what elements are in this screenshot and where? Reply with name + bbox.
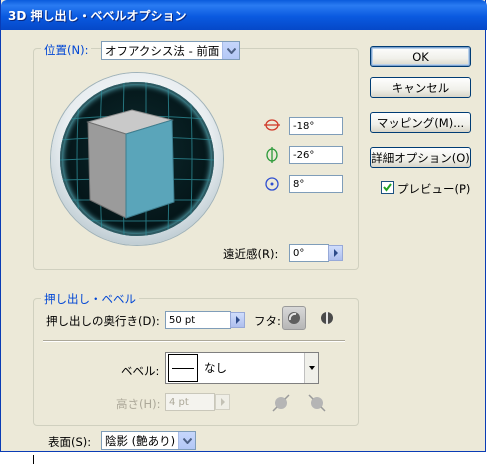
extrude-legend: 押し出し・ベベル [41, 291, 139, 307]
bevel-out-icon [271, 393, 291, 416]
height-label: 高さ(H): [116, 397, 161, 411]
chevron-down-icon [178, 432, 195, 449]
depth-label: 押し出しの奥行き(D): [46, 314, 160, 328]
depth-slider-button[interactable] [230, 312, 245, 328]
chevron-down-icon [304, 353, 318, 383]
position-legend: 位置(N): [41, 42, 92, 58]
cancel-button[interactable]: キャンセル [370, 77, 471, 98]
rotate-z-field[interactable]: 8° [289, 175, 343, 193]
trackball-cube [60, 82, 214, 236]
window-title: 3D 押し出し・ベベルオプション [8, 9, 187, 23]
perspective-field[interactable]: 0° [289, 244, 329, 262]
surface-label: 表面(S): [48, 435, 92, 449]
preview-checkbox[interactable] [381, 181, 394, 194]
perspective-slider-button[interactable] [328, 245, 343, 261]
rotate-y-icon [264, 147, 280, 166]
height-slider-button [215, 394, 230, 410]
bevel-label: ベベル: [121, 364, 160, 378]
cap-label: フタ: [254, 314, 281, 328]
rotate-x-icon [264, 118, 280, 135]
background-edge-line [33, 455, 34, 464]
bevel-preview-icon [168, 354, 198, 382]
dialog-window: 3D 押し出し・ベベルオプション 位置(N): オフアクシス法 - 前面 -18… [0, 0, 487, 452]
mapping-button[interactable]: マッピング(M)... [370, 112, 471, 133]
trackball-sphere[interactable] [51, 73, 223, 245]
detail-options-button[interactable]: 詳細オプション(O) [370, 147, 471, 168]
title-bar[interactable]: 3D 押し出し・ベベルオプション [1, 0, 487, 30]
cap-on-button[interactable] [282, 306, 306, 330]
bevel-select[interactable]: なし [165, 352, 319, 384]
cap-off-button[interactable] [318, 309, 336, 327]
ok-button[interactable]: OK [370, 46, 471, 67]
bevel-in-icon [307, 393, 327, 416]
rotate-x-field[interactable]: -18° [289, 117, 343, 135]
depth-field[interactable]: 50 pt [165, 311, 231, 329]
perspective-label: 遠近感(R): [223, 247, 279, 261]
height-field: 4 pt [165, 393, 215, 411]
rotate-y-field[interactable]: -26° [289, 146, 343, 164]
preview-label[interactable]: プレビュー(P) [397, 181, 470, 197]
position-select[interactable]: オフアクシス法 - 前面 [101, 41, 240, 60]
surface-select[interactable]: 陰影 (艶あり) [101, 431, 196, 450]
chevron-down-icon [222, 42, 239, 59]
rotate-z-icon [264, 176, 280, 195]
separator [43, 340, 345, 342]
